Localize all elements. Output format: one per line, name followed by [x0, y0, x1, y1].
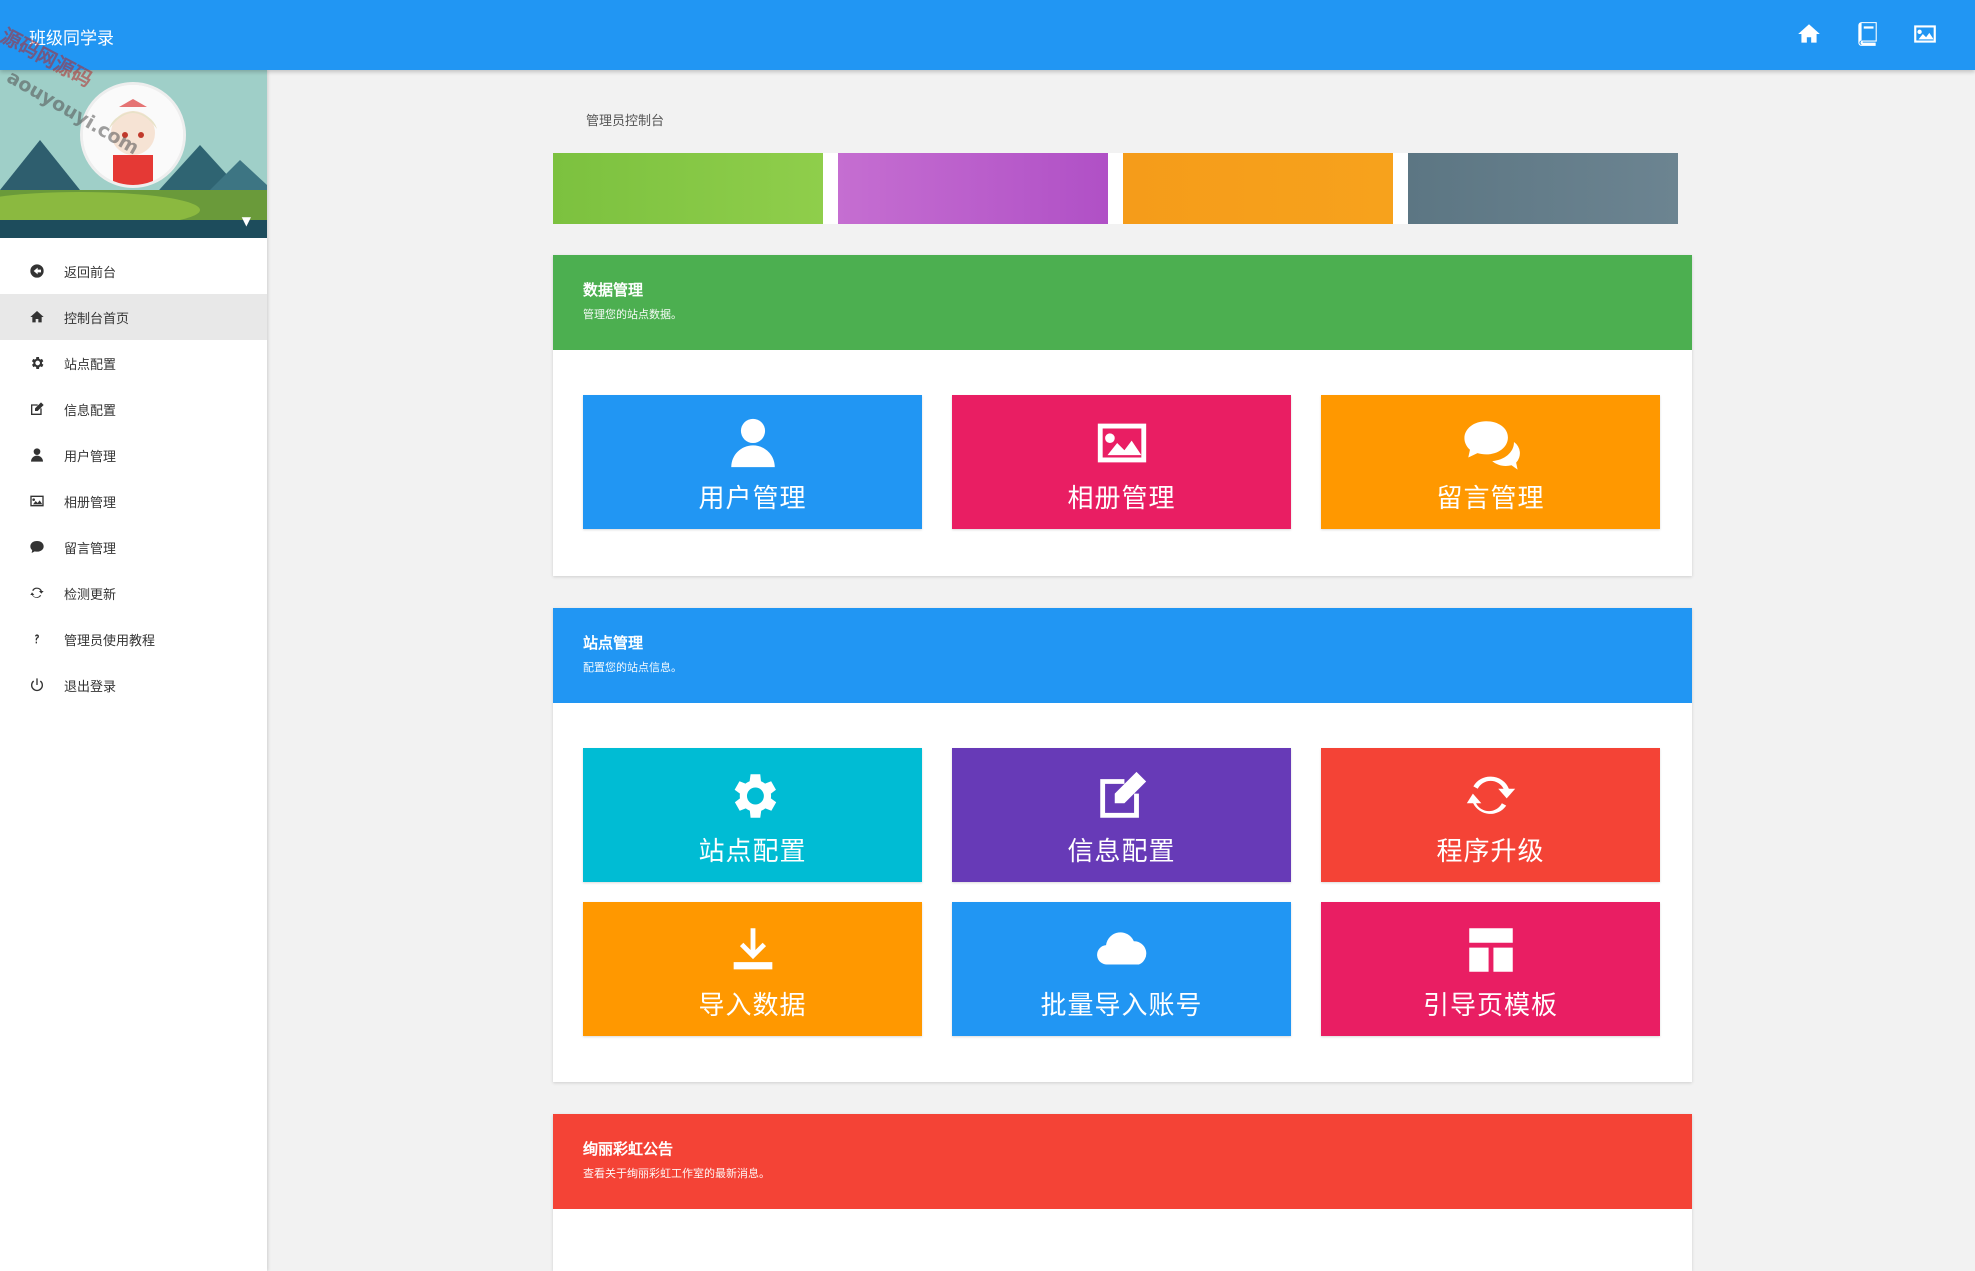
sidebar-nav: 返回前台 控制台首页 站点配置 信息配置 用户管理 相册管理 留言管理 检测更新…: [0, 248, 267, 708]
sidebar-item-dashboard[interactable]: 控制台首页: [0, 294, 267, 340]
edit-icon: [31, 402, 44, 415]
info-config-tile[interactable]: 信息配置: [952, 748, 1291, 882]
import-data-tile[interactable]: 导入数据: [583, 902, 922, 1036]
tile-label: 批量导入账号: [1040, 991, 1203, 1021]
sidebar-item-label: 控制台首页: [64, 311, 130, 327]
sidebar-banner: ▼: [0, 70, 267, 238]
cloud-icon: [1096, 932, 1146, 965]
breadcrumb: 管理员控制台: [586, 114, 665, 129]
panel-title: 数据管理: [583, 281, 644, 299]
refresh-icon: [30, 587, 44, 598]
gear-icon: [31, 357, 44, 369]
comment-icon: [30, 541, 44, 553]
refresh-icon: [1466, 776, 1515, 814]
panel-header: 数据管理 管理您的站点数据。: [553, 255, 1692, 350]
tile-label: 留言管理: [1436, 484, 1545, 514]
top-app-bar: 班级同学录: [0, 0, 1975, 70]
arrow-circle-left-icon: [30, 264, 44, 278]
comments-icon: [1463, 421, 1520, 470]
panel-header: 绚丽彩虹公告 查看关于绚丽彩虹工作室的最新消息。: [553, 1114, 1692, 1209]
sidebar-item-label: 用户管理: [64, 449, 117, 465]
tile-label: 信息配置: [1067, 837, 1176, 867]
home-icon: [1798, 24, 1820, 43]
sidebar-item-site-config[interactable]: 站点配置: [0, 340, 267, 386]
sidebar-item-label: 站点配置: [64, 357, 117, 373]
sidebar-item-label: 信息配置: [64, 403, 117, 419]
sidebar-item-label: 退出登录: [64, 679, 117, 695]
sidebar-item-label: 管理员使用教程: [64, 633, 156, 649]
sidebar-item-label: 返回前台: [64, 265, 117, 281]
message-management-tile[interactable]: 留言管理: [1321, 395, 1660, 529]
album-management-tile[interactable]: 相册管理: [952, 395, 1291, 529]
book-icon: [1858, 22, 1877, 46]
app-title: 班级同学录: [29, 29, 114, 49]
sidebar-item-albums[interactable]: 相册管理: [0, 478, 267, 524]
image-icon: [1914, 25, 1936, 43]
sidebar-item-users[interactable]: 用户管理: [0, 432, 267, 478]
sidebar-item-label: 检测更新: [64, 587, 117, 603]
tile-label: 用户管理: [698, 484, 807, 514]
sidebar-item-messages[interactable]: 留言管理: [0, 524, 267, 570]
data-management-panel: 数据管理 管理您的站点数据。 用户管理 相册管理 留言管理: [553, 255, 1692, 576]
image-icon: [1097, 423, 1146, 463]
tile-label: 程序升级: [1436, 837, 1545, 867]
home-button[interactable]: [1795, 20, 1823, 48]
sidebar-item-check-update[interactable]: 检测更新: [0, 570, 267, 616]
site-config-tile[interactable]: 站点配置: [583, 748, 922, 882]
user-icon: [730, 418, 775, 468]
panel-header: 站点管理 配置您的站点信息。: [553, 608, 1692, 703]
panel-title: 绚丽彩虹公告: [583, 1140, 674, 1158]
sidebar-item-label: 相册管理: [64, 495, 117, 511]
sidebar-item-info-config[interactable]: 信息配置: [0, 386, 267, 432]
gallery-button[interactable]: [1911, 20, 1939, 48]
power-icon: [31, 678, 43, 692]
guide-page-template-tile[interactable]: 引导页模板: [1321, 902, 1660, 1036]
template-icon: [1468, 928, 1513, 972]
edit-icon: [1099, 771, 1146, 818]
question-icon: [35, 634, 39, 644]
sidebar-item-tutorial[interactable]: 管理员使用教程: [0, 616, 267, 662]
site-management-panel: 站点管理 配置您的站点信息。 站点配置 信息配置 程序升级 导入数据 批量导入账…: [553, 608, 1692, 1082]
gear-icon: [734, 774, 776, 818]
tile-label: 相册管理: [1067, 484, 1176, 514]
panel-title: 站点管理: [583, 634, 644, 652]
image-icon: [30, 495, 44, 507]
tile-label: 引导页模板: [1422, 991, 1558, 1021]
home-icon: [30, 311, 44, 323]
sidebar: ▼ 返回前台 控制台首页 站点配置 信息配置 用户管理 相册管理 留言管理 检测…: [0, 70, 267, 1271]
import-icon: [733, 928, 772, 970]
user-icon: [31, 448, 43, 462]
sidebar-item-logout[interactable]: 退出登录: [0, 662, 267, 708]
panel-subtitle: 配置您的站点信息。: [583, 661, 682, 674]
notice-panel: 绚丽彩虹公告 查看关于绚丽彩虹工作室的最新消息。: [553, 1114, 1692, 1271]
book-button[interactable]: [1853, 20, 1881, 48]
tile-label: 导入数据: [698, 991, 807, 1021]
avatar[interactable]: [80, 82, 186, 188]
color-strip-banner: [553, 153, 1693, 224]
user-management-tile[interactable]: 用户管理: [583, 395, 922, 529]
sidebar-item-back[interactable]: 返回前台: [0, 248, 267, 294]
anime-avatar-image: [83, 85, 183, 185]
sidebar-item-label: 留言管理: [64, 541, 117, 557]
panel-subtitle: 管理您的站点数据。: [583, 308, 682, 321]
tile-label: 站点配置: [698, 837, 807, 867]
batch-import-accounts-tile[interactable]: 批量导入账号: [952, 902, 1291, 1036]
panel-subtitle: 查看关于绚丽彩虹工作室的最新消息。: [583, 1167, 770, 1180]
program-upgrade-tile[interactable]: 程序升级: [1321, 748, 1660, 882]
chevron-down-icon[interactable]: ▼: [242, 214, 251, 228]
